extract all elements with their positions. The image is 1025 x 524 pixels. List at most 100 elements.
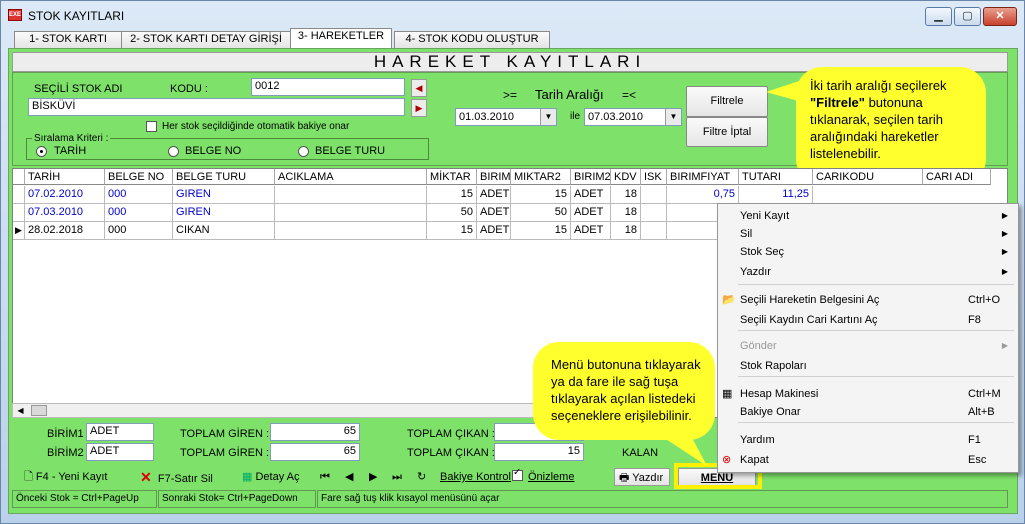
callout-line: ya da fare ile sağ tuşa [551,374,679,389]
menu-item[interactable]: 📂 Seçili Hareketin Belgesini Aç Ctrl+O [718,290,1018,310]
detail-open-button[interactable]: ▦ Detay Aç [242,468,300,486]
refresh-icon[interactable]: ↻ [417,468,426,486]
previous-record-button[interactable]: ◀ [345,468,353,486]
menu-item-label: Bakiye Onar [740,406,801,418]
kodu-field[interactable]: 0012 [251,78,405,96]
filter-cancel-button[interactable]: Filtre İptal [686,117,768,147]
last-record-button[interactable]: ⏭ [392,468,402,486]
previous-stock-button[interactable]: ◀ [411,79,427,97]
app-logo-icon: EXE [8,9,22,21]
calculator-icon: ▦ [722,388,733,400]
toplam-giren-label-2: TOPLAM GİREN : [180,447,270,459]
next-record-button[interactable]: ▶ [369,468,377,486]
menu-item-label: Kapat [740,454,769,466]
title-bar[interactable]: EXE STOK KAYITLARI ▁ ▢ ✕ [0,0,1023,30]
scroll-thumb[interactable] [31,405,47,416]
date-from-picker[interactable]: 01.03.2010 ▼ [455,108,557,126]
menu-separator [738,422,1014,423]
callout-line: seçeneklere erişilebilinir. [551,408,692,423]
menu-item[interactable]: Sil ▶ [718,224,1018,244]
delete-x-icon: ✕ [140,469,152,485]
toplam-giren-field-1: 65 [270,423,360,441]
menu-item[interactable]: Stok Rapoları [718,356,1018,376]
close-red-icon: ⊗ [722,454,732,466]
menu-separator [738,330,1014,331]
kalan-label: KALAN [622,447,659,459]
delete-row-label: F7-Satır Sil [157,473,213,485]
preview-label: Önizleme [528,471,575,483]
delete-row-button[interactable]: ✕ F7-Satır Sil [140,468,213,486]
menu-help-callout: Menü butonuna tıklayarak ya da fare ile … [533,342,715,440]
birim1-field[interactable]: ADET [86,423,154,441]
menu-item-label: Hesap Makinesi [740,388,819,400]
close-button[interactable]: ✕ [983,7,1017,26]
menu-item[interactable]: ⊗ Kapat Esc [718,450,1018,470]
callout-line: İki tarih aralığı seçilerek [810,78,947,93]
menu-item-label: Yazdır [740,266,771,278]
menu-item-label: Stok Rapoları [740,360,807,372]
submenu-arrow-icon: ▶ [1001,341,1008,350]
print-label: Yazdır [632,472,664,484]
menu-item[interactable]: Stok Seç ▶ [718,242,1018,262]
callout-pointer [766,80,802,102]
next-stock-button[interactable]: ▶ [411,99,427,117]
sort-belge-turu-radio[interactable] [298,146,309,157]
menu-item-shortcut: Alt+B [968,406,995,418]
date-to-picker[interactable]: 07.03.2010 ▼ [584,108,682,126]
dropdown-arrow-icon[interactable]: ▼ [540,109,556,125]
menu-item-shortcut: F8 [968,314,981,326]
callout-line: Menü butonuna tıklayarak [551,357,701,372]
new-record-button[interactable]: 🗋 F4 - Yeni Kayıt [24,468,107,486]
date-range-title: Tarih Aralığı [535,87,604,102]
sort-label: Sıralama Kriteri : [32,133,111,144]
minimize-button[interactable]: ▁ [925,7,952,26]
menu-item[interactable]: ▦ Hesap Makinesi Ctrl+M [718,384,1018,404]
birim2-field[interactable]: ADET [86,443,154,461]
sort-belge-no-radio[interactable] [168,146,179,157]
submenu-arrow-icon: ▶ [1001,229,1008,238]
date-ile-label: ile [570,111,581,122]
dropdown-arrow-icon[interactable]: ▼ [665,109,681,125]
auto-balance-label: Her stok seçildiğinde otomatik bakiye on… [162,121,350,132]
tab-bar: 1- STOK KARTI 2- STOK KARTI DETAY GİRİŞİ… [8,28,1018,48]
menu-item[interactable]: Seçili Kaydın Cari Kartını Aç F8 [718,310,1018,330]
menu-item-shortcut: Ctrl+O [968,294,1001,306]
toplam-cikan-field-2: 15 [494,443,584,461]
callout-line: "Filtrele" butonuna [810,94,976,111]
maximize-button[interactable]: ▢ [954,7,981,26]
menu-item-label: Sil [740,228,753,240]
window-title: STOK KAYITLARI [28,9,125,23]
sort-tarih-radio[interactable] [36,146,47,157]
date-ge-label: >= [503,88,518,102]
menu-item[interactable]: Bakiye Onar Alt+B [718,402,1018,422]
tab-hareketler[interactable]: 3- HAREKETLER [290,28,392,48]
callout-line: aralığındaki hareketler [810,129,939,144]
preview-checkbox[interactable]: ✓ [512,467,523,481]
submenu-arrow-icon: ▶ [1001,211,1008,220]
filter-button[interactable]: Filtrele [686,86,768,117]
menu-item-label: Gönder [740,340,777,352]
tab-stok-kodu-olustur[interactable]: 4- STOK KODU OLUŞTUR [394,31,550,48]
menu-item-shortcut: F1 [968,434,981,446]
stok-adi-label: SEÇİLİ STOK ADI [34,83,123,95]
menu-item[interactable]: Yardım F1 [718,430,1018,450]
horizontal-scrollbar[interactable]: ◀ [12,403,552,418]
first-record-button[interactable]: ⏮ [320,468,330,486]
auto-balance-checkbox[interactable] [146,121,157,132]
submenu-arrow-icon: ▶ [1001,267,1008,276]
date-from-value: 01.03.2010 [459,111,515,123]
scroll-left-icon[interactable]: ◀ [14,405,27,416]
callout-text: butonuna [864,95,923,110]
toplam-cikan-label-2: TOPLAM ÇIKAN : [407,447,495,459]
menu-item[interactable]: Yeni Kayıt ▶ [718,206,1018,226]
menu-item: Gönder ▶ [718,336,1018,356]
tab-stok-karti[interactable]: 1- STOK KARTI [14,31,122,48]
balance-check-button[interactable]: Bakiye Kontrol [440,468,511,486]
menu-item[interactable]: Yazdır ▶ [718,262,1018,282]
kodu-label: KODU : [170,83,208,95]
callout-line: tıklanarak, seçilen tarih [810,112,943,127]
new-record-label: F4 - Yeni Kayıt [35,471,108,483]
print-button[interactable]: 🖶 Yazdır [614,468,670,486]
tab-stok-karti-detay[interactable]: 2- STOK KARTI DETAY GİRİŞİ [121,31,291,48]
stok-adi-field[interactable]: BİSKÜVİ [28,98,405,116]
